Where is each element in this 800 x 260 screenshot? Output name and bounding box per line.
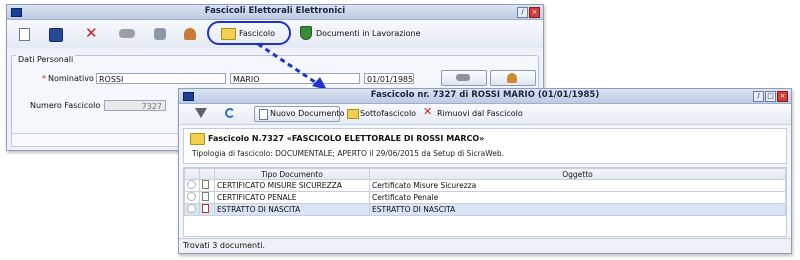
fascicolo-header-title: Fascicolo N.7327 «FASCICOLO ELETTORALE D…	[208, 134, 485, 143]
fascicolo-button[interactable]: Fascicolo	[207, 21, 291, 45]
nuovo-documento-label: Nuovo Documento	[270, 109, 345, 118]
person-detail-button[interactable]	[490, 70, 536, 86]
documenti-lavorazione-button[interactable]: Documenti in Lavorazione	[316, 29, 421, 38]
fascicolo-label: Fascicolo	[239, 29, 275, 38]
new-document-icon[interactable]	[19, 28, 30, 41]
refresh-icon[interactable]	[225, 108, 235, 118]
surname-field[interactable]: ROSSI	[96, 73, 226, 84]
fascicolo-status-bar: Trovati 3 documenti.	[179, 238, 791, 253]
required-mark: *	[42, 74, 46, 83]
folder-icon	[221, 28, 236, 40]
filter-icon[interactable]	[195, 108, 207, 118]
name-field[interactable]: MARIO	[230, 73, 360, 84]
restore-button[interactable]: ∕	[517, 7, 528, 18]
birth-date-field[interactable]: 01/01/1985	[364, 73, 414, 84]
status-text: Trovati 3 documenti.	[183, 241, 266, 250]
folder-icon	[190, 133, 205, 145]
search-person-button[interactable]	[441, 70, 487, 86]
row-check[interactable]	[184, 179, 200, 192]
edit-icon[interactable]	[154, 28, 166, 40]
fascicolo-header-subtitle: Tipologia di fascicolo: DOCUMENTALE; APE…	[192, 149, 504, 158]
minimize-button[interactable]: ∕	[753, 91, 764, 102]
documents-table: Tipo Documento Oggetto CERTIFICATO MISUR…	[184, 168, 786, 216]
fascicolo-header: Fascicolo N.7327 «FASCICOLO ELETTORALE D…	[183, 128, 787, 164]
dati-personali-label: Dati Personali	[16, 55, 76, 64]
main-window-title: Fascicoli Elettorali Elettronici	[204, 6, 346, 16]
fascicolo-window: Fascicolo nr. 7327 di ROSSI MARIO (01/01…	[178, 88, 792, 254]
person-icon	[507, 73, 517, 83]
table-row[interactable]: CERTIFICATO MISURE SICUREZZA Certificato…	[184, 179, 786, 192]
fascicolo-toolbar: Nuovo Documento Sottofascicolo ✕ Rimuovi…	[179, 104, 791, 125]
cell-tipo: CERTIFICATO PENALE	[214, 191, 370, 204]
document-red-icon	[199, 203, 215, 216]
new-document-icon	[259, 109, 268, 120]
close-button[interactable]: ×	[529, 7, 540, 18]
fascicolo-window-title: Fascicolo nr. 7327 di ROSSI MARIO (01/01…	[370, 90, 600, 100]
cell-tipo: ESTRATTO DI NASCITA	[214, 203, 370, 216]
nuovo-documento-button[interactable]: Nuovo Documento	[254, 106, 344, 122]
document-icon	[199, 191, 215, 204]
rimuovi-button[interactable]: Rimuovi dal Fascicolo	[437, 109, 523, 118]
remove-icon[interactable]: ✕	[423, 105, 432, 118]
handshake-icon	[456, 74, 470, 81]
table-row[interactable]: CERTIFICATO PENALE Certificato Penale	[184, 191, 786, 204]
cell-oggetto: Certificato Misure Sicurezza	[369, 179, 786, 192]
sottofascicolo-button[interactable]: Sottofascicolo	[360, 109, 416, 118]
shield-icon[interactable]	[300, 26, 312, 40]
document-icon	[199, 179, 215, 192]
documents-grid: Tipo Documento Oggetto CERTIFICATO MISUR…	[183, 167, 787, 237]
row-check[interactable]	[184, 203, 200, 216]
table-header-row: Tipo Documento Oggetto	[184, 168, 786, 180]
handshake-icon[interactable]	[119, 29, 135, 38]
main-titlebar: Fascicoli Elettorali Elettronici ∕ ×	[7, 5, 543, 20]
cell-oggetto: Certificato Penale	[369, 191, 786, 204]
subfolder-icon[interactable]	[347, 109, 359, 119]
numero-fascicolo-label: Numero Fascicolo	[30, 101, 101, 110]
col-oggetto[interactable]: Oggetto	[369, 168, 786, 180]
col-tipo-documento[interactable]: Tipo Documento	[214, 168, 370, 180]
col-check	[184, 168, 200, 180]
cell-tipo: CERTIFICATO MISURE SICUREZZA	[214, 179, 370, 192]
col-icon	[199, 168, 215, 180]
maximize-button[interactable]: □	[765, 91, 776, 102]
cell-oggetto: ESTRATTO DI NASCITA	[369, 203, 786, 216]
main-toolbar: ✕ Fascicolo Documenti in Lavorazione	[7, 20, 543, 48]
row-check[interactable]	[184, 191, 200, 204]
table-row[interactable]: ESTRATTO DI NASCITA ESTRATTO DI NASCITA	[184, 203, 786, 216]
numero-fascicolo-field: 7327	[104, 100, 166, 111]
delete-icon[interactable]: ✕	[85, 24, 98, 42]
fascicolo-titlebar: Fascicolo nr. 7327 di ROSSI MARIO (01/01…	[179, 89, 791, 104]
stamp-icon[interactable]	[184, 28, 196, 40]
save-icon[interactable]	[49, 28, 63, 42]
close-button[interactable]: ×	[777, 91, 788, 102]
nominativo-label: Nominativo	[48, 74, 94, 83]
